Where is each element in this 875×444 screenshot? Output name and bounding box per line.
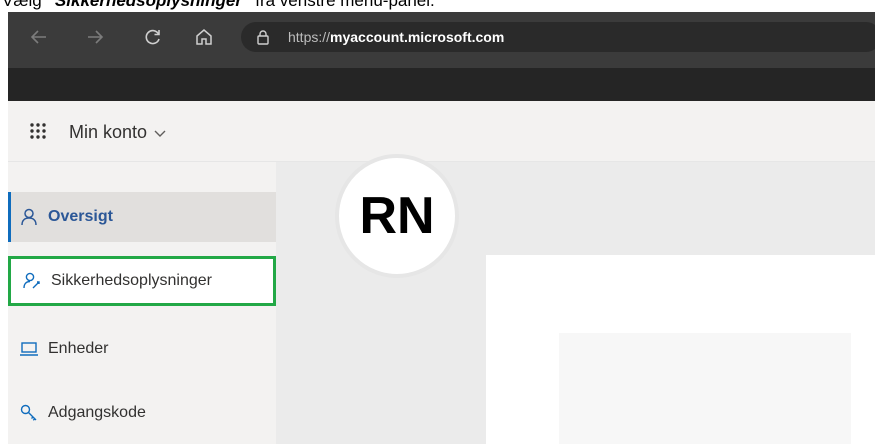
back-icon[interactable] (26, 24, 52, 50)
laptop-icon (18, 338, 40, 360)
instruction-emphasis: “Sikkerhedsoplysninger” (46, 0, 251, 10)
sidebar-item-sikkerhedsoplysninger[interactable]: Sikkerhedsoplysninger (8, 256, 276, 306)
sidebar-item-label: Sikkerhedsoplysninger (51, 272, 212, 289)
refresh-icon[interactable] (140, 24, 166, 50)
sidebar-item-enheder[interactable]: Enheder (8, 324, 276, 374)
sidebar-item-label: Adgangskode (48, 404, 146, 421)
address-bar[interactable]: https://myaccount.microsoft.com (241, 22, 875, 52)
sidebar-item-label: Enheder (48, 340, 109, 357)
url-prefix: https:// (288, 29, 331, 45)
avatar-initials: RN (359, 187, 435, 245)
app-title-menu[interactable]: Min konto (69, 122, 167, 143)
chevron-down-icon (154, 130, 166, 137)
person-icon (18, 206, 40, 228)
instruction-prefix: Vælg (2, 0, 47, 10)
person-key-icon (21, 270, 43, 292)
browser-tab-strip (8, 68, 875, 101)
sidebar-item-adgangskode[interactable]: Adgangskode (8, 388, 276, 438)
url-text: https://myaccount.microsoft.com (288, 29, 504, 45)
sidebar-item-oversigt[interactable]: Oversigt (8, 192, 276, 242)
lock-icon (257, 30, 269, 45)
instruction-caption: Vælg “Sikkerhedsoplysninger” fra venstre… (0, 0, 875, 12)
forward-icon[interactable] (82, 24, 108, 50)
instruction-suffix: fra venstre menu-panel. (250, 0, 435, 10)
sidebar: Oversigt Sikkerhedsoplysninger Enheder A… (8, 162, 276, 444)
browser-toolbar: https://myaccount.microsoft.com (8, 12, 875, 68)
app-launcher-icon[interactable] (28, 121, 48, 141)
home-icon[interactable] (191, 24, 217, 50)
app-header: Min konto (8, 101, 875, 162)
key-icon (18, 402, 40, 424)
url-host: myaccount.microsoft.com (330, 29, 505, 45)
avatar[interactable]: RN (335, 154, 459, 278)
app-title: Min konto (69, 122, 148, 142)
sidebar-item-label: Oversigt (48, 208, 113, 225)
profile-card (486, 255, 875, 444)
profile-info-placeholder (559, 333, 851, 444)
